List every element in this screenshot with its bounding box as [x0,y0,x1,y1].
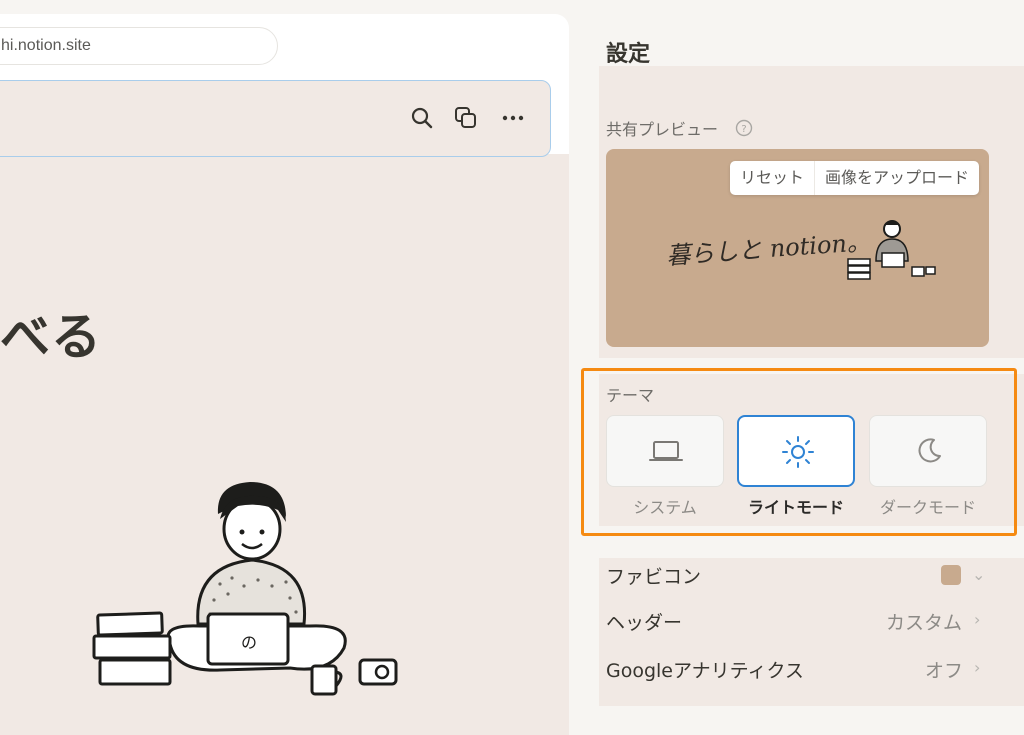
settings-title: 設定 [606,42,651,67]
preview-actions: リセット 画像をアップロード [729,161,979,195]
upload-image-button[interactable]: 画像をアップロード [813,161,979,195]
duplicate-icon[interactable] [453,105,479,131]
page-title: べる [0,308,102,366]
svg-text:?: ? [741,124,746,135]
header-row-label: ヘッダー [606,612,683,634]
favicon-row-label: ファビコン [606,566,702,588]
url-text: hi.notion.site [1,37,91,54]
url-bar[interactable]: hi.notion.site [0,27,278,65]
share-preview-label: 共有プレビュー [606,120,719,139]
question-circle-icon[interactable]: ? [735,119,753,137]
preview-illustration [847,220,936,280]
share-preview-image: リセット 画像をアップロード 暮らしと notion。 [606,149,989,347]
more-icon[interactable] [500,105,526,131]
page-preview: hi.notion.site べる の [0,14,569,735]
svg-text:の: の [241,633,257,652]
chevron-right-icon[interactable]: › [974,610,980,629]
page-topbar [0,80,551,157]
header-row-value[interactable]: カスタム [886,608,962,635]
search-icon[interactable] [409,105,435,131]
reset-button[interactable]: リセット [730,161,814,195]
favicon-thumbnail[interactable] [941,565,961,585]
analytics-row-value[interactable]: オフ [925,656,963,683]
chevron-right-icon[interactable]: › [974,658,980,677]
chevron-down-icon[interactable]: ⌄ [972,565,985,584]
analytics-row-label: Googleアナリティクス [606,660,804,682]
theme-highlight-frame [581,368,1017,536]
person-with-laptop-illustration: の [92,482,398,696]
preview-image-caption: 暮らしと notion。 [665,227,872,271]
